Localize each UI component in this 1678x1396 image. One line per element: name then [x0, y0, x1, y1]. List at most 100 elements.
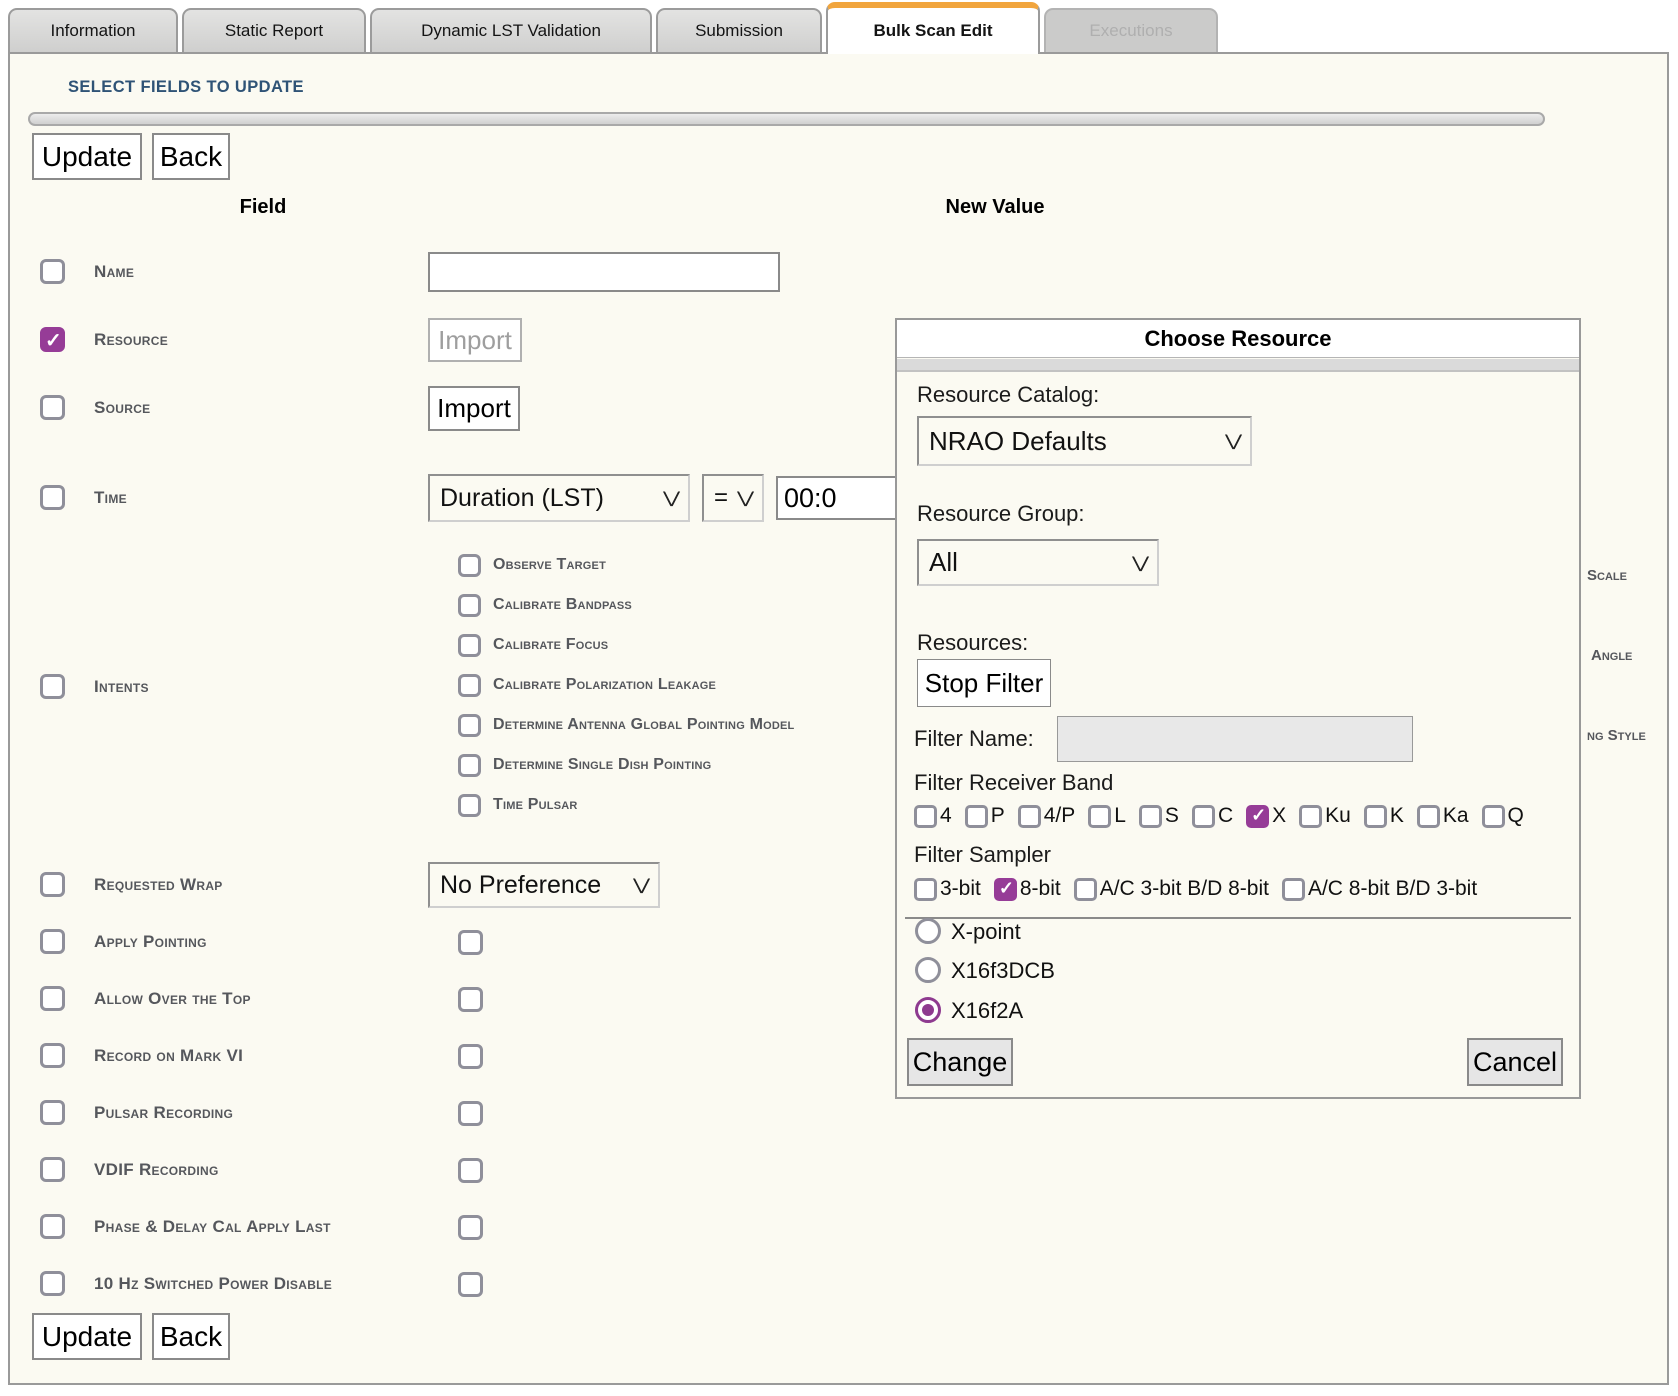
clipped-field-label-scale: Scale	[1587, 567, 1627, 584]
new-value-checkbox-record-on-mark-vi[interactable]	[458, 1044, 483, 1069]
band-label: P	[991, 804, 1005, 828]
field-label-intents: Intents	[94, 677, 149, 697]
sampler-checkbox-8bit[interactable]	[994, 878, 1017, 901]
back-button-bottom[interactable]: Back	[152, 1313, 230, 1360]
sampler-checkbox-ac3-bd8[interactable]	[1074, 878, 1097, 901]
new-value-checkbox-phase-delay-cal[interactable]	[458, 1215, 483, 1240]
resource-option-label: X16f2A	[951, 998, 1023, 1024]
tab-label: Bulk Scan Edit	[873, 21, 992, 41]
resource-radio-x16f2a[interactable]	[915, 997, 941, 1023]
intent-checkbox-observe-target[interactable]	[458, 554, 481, 577]
field-label-vdif-recording: VDIF Recording	[94, 1160, 219, 1180]
resource-catalog-select[interactable]: NRAO Defaults ⋁	[917, 416, 1252, 466]
field-label-pulsar-recording: Pulsar Recording	[94, 1103, 233, 1123]
tab-submission[interactable]: Submission	[656, 8, 822, 52]
sampler-row: 3-bit 8-bit A/C 3-bit B/D 8-bit A/C 8-bi…	[914, 877, 1490, 901]
resource-group-select[interactable]: All ⋁	[917, 539, 1159, 586]
field-checkbox-record-on-mark-vi[interactable]	[40, 1043, 65, 1068]
filter-name-label: Filter Name:	[914, 726, 1034, 752]
page: Information Static Report Dynamic LST Va…	[0, 0, 1678, 1396]
tab-label: Information	[50, 21, 135, 41]
time-comparator-select[interactable]: = ⋁	[702, 474, 764, 522]
tab-label: Dynamic LST Validation	[421, 21, 601, 41]
band-checkbox-4[interactable]	[914, 805, 937, 828]
horizontal-scrollbar[interactable]	[28, 112, 1545, 126]
field-checkbox-time[interactable]	[40, 485, 65, 510]
intent-checkbox-calibrate-focus[interactable]	[458, 634, 481, 657]
cancel-button[interactable]: Cancel	[1467, 1038, 1563, 1086]
field-checkbox-name[interactable]	[40, 259, 65, 284]
dialog-title: Choose Resource	[897, 320, 1579, 358]
stop-filter-button[interactable]: Stop Filter	[917, 659, 1051, 707]
intent-checkbox-determine-single-dish-pointing[interactable]	[458, 754, 481, 777]
new-value-checkbox-pulsar-recording[interactable]	[458, 1101, 483, 1126]
field-column-header: Field	[153, 196, 373, 219]
new-value-checkbox-apply-pointing[interactable]	[458, 930, 483, 955]
band-checkbox-ka[interactable]	[1417, 805, 1440, 828]
field-checkbox-allow-over-the-top[interactable]	[40, 986, 65, 1011]
band-label: S	[1165, 804, 1179, 828]
band-checkbox-q[interactable]	[1482, 805, 1505, 828]
new-value-checkbox-vdif-recording[interactable]	[458, 1158, 483, 1183]
band-label: Ka	[1443, 804, 1469, 828]
resource-radio-x-point[interactable]	[915, 918, 941, 944]
resource-radio-x16f3dcb[interactable]	[915, 957, 941, 983]
requested-wrap-select[interactable]: No Preference ⋁	[428, 862, 660, 908]
back-button-top[interactable]: Back	[152, 133, 230, 180]
band-checkbox-ku[interactable]	[1299, 805, 1322, 828]
field-checkbox-10hz-switched-power[interactable]	[40, 1271, 65, 1296]
sampler-checkbox-ac8-bd3[interactable]	[1282, 878, 1305, 901]
field-checkbox-intents[interactable]	[40, 674, 65, 699]
intent-label: Calibrate Bandpass	[493, 596, 632, 614]
field-checkbox-resource[interactable]	[40, 327, 65, 352]
field-label-time: Time	[94, 488, 127, 508]
chevron-down-icon: ⋁	[737, 488, 754, 508]
tab-dynamic-lst-validation[interactable]: Dynamic LST Validation	[370, 8, 652, 52]
sampler-option-label: 8-bit	[1020, 877, 1061, 901]
field-checkbox-vdif-recording[interactable]	[40, 1157, 65, 1182]
field-checkbox-phase-delay-cal[interactable]	[40, 1214, 65, 1239]
field-label-apply-pointing: Apply Pointing	[94, 932, 207, 952]
time-mode-select[interactable]: Duration (LST) ⋁	[428, 474, 690, 522]
intent-checkbox-determine-antenna-global-pointing[interactable]	[458, 714, 481, 737]
band-checkbox-s[interactable]	[1139, 805, 1162, 828]
intent-checkbox-calibrate-polarization-leakage[interactable]	[458, 674, 481, 697]
new-value-checkbox-allow-over-the-top[interactable]	[458, 987, 483, 1012]
band-label: Q	[1508, 804, 1524, 828]
change-button[interactable]: Change	[907, 1038, 1013, 1086]
update-button-top[interactable]: Update	[32, 133, 142, 180]
sampler-checkbox-3bit[interactable]	[914, 878, 937, 901]
tab-information[interactable]: Information	[8, 8, 178, 52]
band-checkbox-p[interactable]	[965, 805, 988, 828]
field-checkbox-apply-pointing[interactable]	[40, 929, 65, 954]
band-label: C	[1218, 804, 1233, 828]
chevron-down-icon: ⋁	[663, 488, 680, 508]
band-checkbox-4p[interactable]	[1018, 805, 1041, 828]
resources-label: Resources:	[917, 630, 1028, 656]
new-value-checkbox-10hz-switched-power[interactable]	[458, 1272, 483, 1297]
field-checkbox-requested-wrap[interactable]	[40, 872, 65, 897]
tab-static-report[interactable]: Static Report	[182, 8, 366, 52]
field-checkbox-pulsar-recording[interactable]	[40, 1100, 65, 1125]
time-comparator-value: =	[714, 484, 728, 512]
intent-checkbox-time-pulsar[interactable]	[458, 794, 481, 817]
band-label: 4	[940, 804, 952, 828]
tab-label: Submission	[695, 21, 783, 41]
band-checkbox-k[interactable]	[1364, 805, 1387, 828]
band-checkbox-x[interactable]	[1246, 805, 1269, 828]
name-input[interactable]	[428, 252, 780, 292]
update-button-bottom[interactable]: Update	[32, 1313, 142, 1360]
choose-resource-dialog: Choose Resource Resource Catalog: NRAO D…	[895, 318, 1581, 1099]
clipped-field-label-angle: Angle	[1591, 647, 1632, 664]
resource-catalog-label: Resource Catalog:	[917, 382, 1099, 408]
field-checkbox-source[interactable]	[40, 395, 65, 420]
intent-checkbox-calibrate-bandpass[interactable]	[458, 594, 481, 617]
band-checkbox-c[interactable]	[1192, 805, 1215, 828]
band-label: Ku	[1325, 804, 1351, 828]
band-checkbox-l[interactable]	[1088, 805, 1111, 828]
filter-name-input[interactable]	[1057, 716, 1413, 762]
intent-label: Observe Target	[493, 556, 606, 574]
intent-label: Calibrate Focus	[493, 636, 608, 654]
tab-bulk-scan-edit[interactable]: Bulk Scan Edit	[826, 2, 1040, 54]
source-import-button[interactable]: Import	[428, 386, 520, 431]
